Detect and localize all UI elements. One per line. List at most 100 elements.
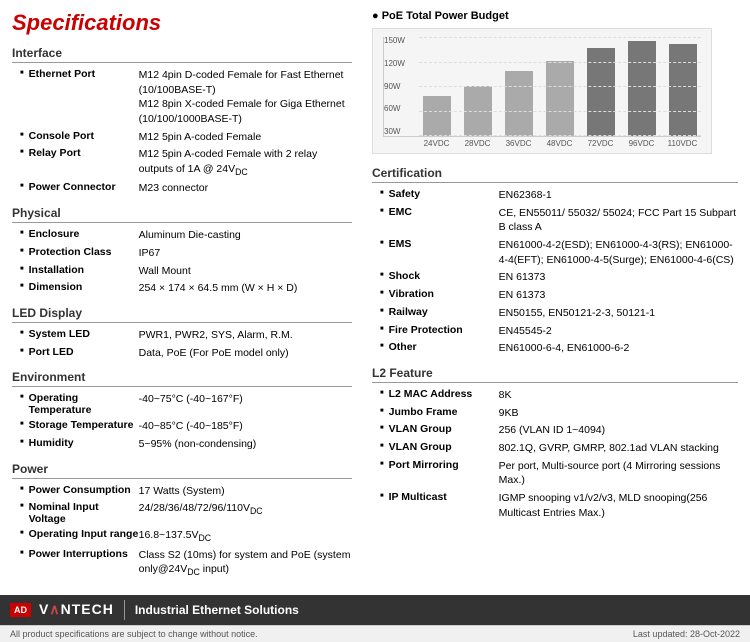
left-column: Specifications Interface Ethernet Port M… <box>12 10 352 582</box>
bar-28vdc <box>460 86 497 136</box>
logo-advantech: V∧NTECH <box>39 601 114 618</box>
vibration-label: Vibration <box>389 288 499 303</box>
protection-class-label: Protection Class <box>29 246 139 261</box>
bar-48vdc <box>542 61 579 136</box>
l2mac-label: L2 MAC Address <box>389 388 499 403</box>
l2mac-value: 8K <box>499 388 738 403</box>
footer-bottom: All product specifications are subject t… <box>0 625 750 642</box>
environment-section-title: Environment <box>12 370 352 387</box>
ip-multicast-item: IP Multicast IGMP snooping v1/v2/v3, MLD… <box>372 491 738 520</box>
x-label-36vdc: 36VDC <box>500 139 537 148</box>
x-label-96vdc: 96VDC <box>623 139 660 148</box>
dimension-label: Dimension <box>29 281 139 296</box>
enclosure-value: Aluminum Die-casting <box>139 228 352 243</box>
port-mirroring-value: Per port, Multi-source port (4 Mirroring… <box>499 459 738 488</box>
ip-multicast-value: IGMP snooping v1/v2/v3, MLD snooping(256… <box>499 491 738 520</box>
grid-line-5 <box>419 37 701 38</box>
relay-port-item: Relay Port M12 5pin A-coded Female with … <box>12 147 352 178</box>
operating-range-label: Operating Input range <box>29 528 139 544</box>
certification-section-title: Certification <box>372 166 738 183</box>
emc-label: EMC <box>389 206 499 235</box>
dimension-item: Dimension 254 × 174 × 64.5 mm (W × H × D… <box>12 281 352 296</box>
vlan-group2-label: VLAN Group <box>389 441 499 456</box>
humidity-label: Humidity <box>29 437 139 452</box>
page-title: Specifications <box>12 10 352 36</box>
safety-label: Safety <box>389 188 499 203</box>
ip-multicast-label: IP Multicast <box>389 491 499 520</box>
bar-36vdc-fill <box>505 71 533 136</box>
bar-24vdc <box>419 96 456 136</box>
bar-36vdc <box>501 71 538 136</box>
bar-96vdc-fill <box>628 41 656 136</box>
chart-title: ● PoE Total Power Budget <box>372 10 738 22</box>
power-consumption-item: Power Consumption 17 Watts (System) <box>12 484 352 499</box>
x-label-110vdc: 110VDC <box>664 139 701 148</box>
console-port-item: Console Port M12 5pin A-coded Female <box>12 130 352 145</box>
ems-label: EMS <box>389 238 499 267</box>
fire-protection-item: Fire Protection EN45545-2 <box>372 324 738 339</box>
other-item: Other EN61000-6-4, EN61000-6-2 <box>372 341 738 356</box>
bar-72vdc <box>582 48 619 136</box>
protection-class-value: IP67 <box>139 246 352 261</box>
power-interruptions-value: Class S2 (10ms) for system and PoE (syst… <box>139 548 352 579</box>
chart-container: 30W 60W 90W 120W 150W <box>372 28 712 154</box>
fire-protection-value: EN45545-2 <box>499 324 738 339</box>
vlan-group2-item: VLAN Group 802.1Q, GVRP, GMRP, 802.1ad V… <box>372 441 738 456</box>
protection-class-item: Protection Class IP67 <box>12 246 352 261</box>
chart-section: ● PoE Total Power Budget 30W 60W 90W 120… <box>372 10 738 154</box>
system-led-label: System LED <box>29 328 139 343</box>
x-label-28vdc: 28VDC <box>459 139 496 148</box>
shock-item: Shock EN 61373 <box>372 270 738 285</box>
relay-port-value: M12 5pin A-coded Female with 2 relay out… <box>139 147 352 178</box>
nominal-voltage-label: Nominal Input Voltage <box>29 501 139 525</box>
led-section-title: LED Display <box>12 306 352 323</box>
jumbo-label: Jumbo Frame <box>389 406 499 421</box>
nominal-voltage-item: Nominal Input Voltage 24/28/36/48/72/96/… <box>12 501 352 525</box>
y-labels: 30W 60W 90W 120W 150W <box>384 37 405 136</box>
bar-96vdc <box>623 41 660 136</box>
ems-value: EN61000-4-2(ESD); EN61000-4-3(RS); EN610… <box>499 238 738 267</box>
interface-section-title: Interface <box>12 46 352 63</box>
l2mac-item: L2 MAC Address 8K <box>372 388 738 403</box>
footer-logo: AD V∧NTECH <box>10 601 114 618</box>
ethernet-port-value: M12 4pin D-coded Female for Fast Etherne… <box>139 68 352 127</box>
power-connector-label: Power Connector <box>29 181 139 196</box>
power-connector-item: Power Connector M23 connector <box>12 181 352 196</box>
port-mirroring-item: Port Mirroring Per port, Multi-source po… <box>372 459 738 488</box>
storage-temp-item: Storage Temperature -40~85°C (-40~185°F) <box>12 419 352 434</box>
logo-box: AD <box>10 603 31 617</box>
nominal-voltage-value: 24/28/36/48/72/96/110VDC <box>139 501 352 525</box>
safety-item: Safety EN62368-1 <box>372 188 738 203</box>
bar-110vdc <box>664 44 701 136</box>
bar-110vdc-fill <box>669 44 697 136</box>
humidity-value: 5~95% (non-condensing) <box>139 437 352 452</box>
l2-section-title: L2 Feature <box>372 366 738 383</box>
installation-label: Installation <box>29 264 139 279</box>
operating-range-item: Operating Input range 16.8~137.5VDC <box>12 528 352 544</box>
operating-temp-label: Operating Temperature <box>29 392 139 416</box>
footer-divider <box>124 600 125 620</box>
port-led-item: Port LED Data, PoE (For PoE model only) <box>12 346 352 361</box>
ethernet-port-label: Ethernet Port <box>29 68 139 127</box>
system-led-item: System LED PWR1, PWR2, SYS, Alarm, R.M. <box>12 328 352 343</box>
footer-updated: Last updated: 28-Oct-2022 <box>633 629 740 639</box>
port-led-value: Data, PoE (For PoE model only) <box>139 346 352 361</box>
vlan-group1-item: VLAN Group 256 (VLAN ID 1~4094) <box>372 423 738 438</box>
port-led-label: Port LED <box>29 346 139 361</box>
right-column: ● PoE Total Power Budget 30W 60W 90W 120… <box>372 10 738 582</box>
y-label-150: 150W <box>384 37 405 45</box>
ethernet-port-item: Ethernet Port M12 4pin D-coded Female fo… <box>12 68 352 127</box>
power-consumption-value: 17 Watts (System) <box>139 484 352 499</box>
power-connector-value: M23 connector <box>139 181 352 196</box>
installation-value: Wall Mount <box>139 264 352 279</box>
y-label-120: 120W <box>384 60 405 68</box>
safety-value: EN62368-1 <box>499 188 738 203</box>
ems-item: EMS EN61000-4-2(ESD); EN61000-4-3(RS); E… <box>372 238 738 267</box>
power-interruptions-label: Power Interruptions <box>29 548 139 579</box>
humidity-item: Humidity 5~95% (non-condensing) <box>12 437 352 452</box>
enclosure-label: Enclosure <box>29 228 139 243</box>
shock-label: Shock <box>389 270 499 285</box>
other-label: Other <box>389 341 499 356</box>
vibration-item: Vibration EN 61373 <box>372 288 738 303</box>
jumbo-value: 9KB <box>499 406 738 421</box>
